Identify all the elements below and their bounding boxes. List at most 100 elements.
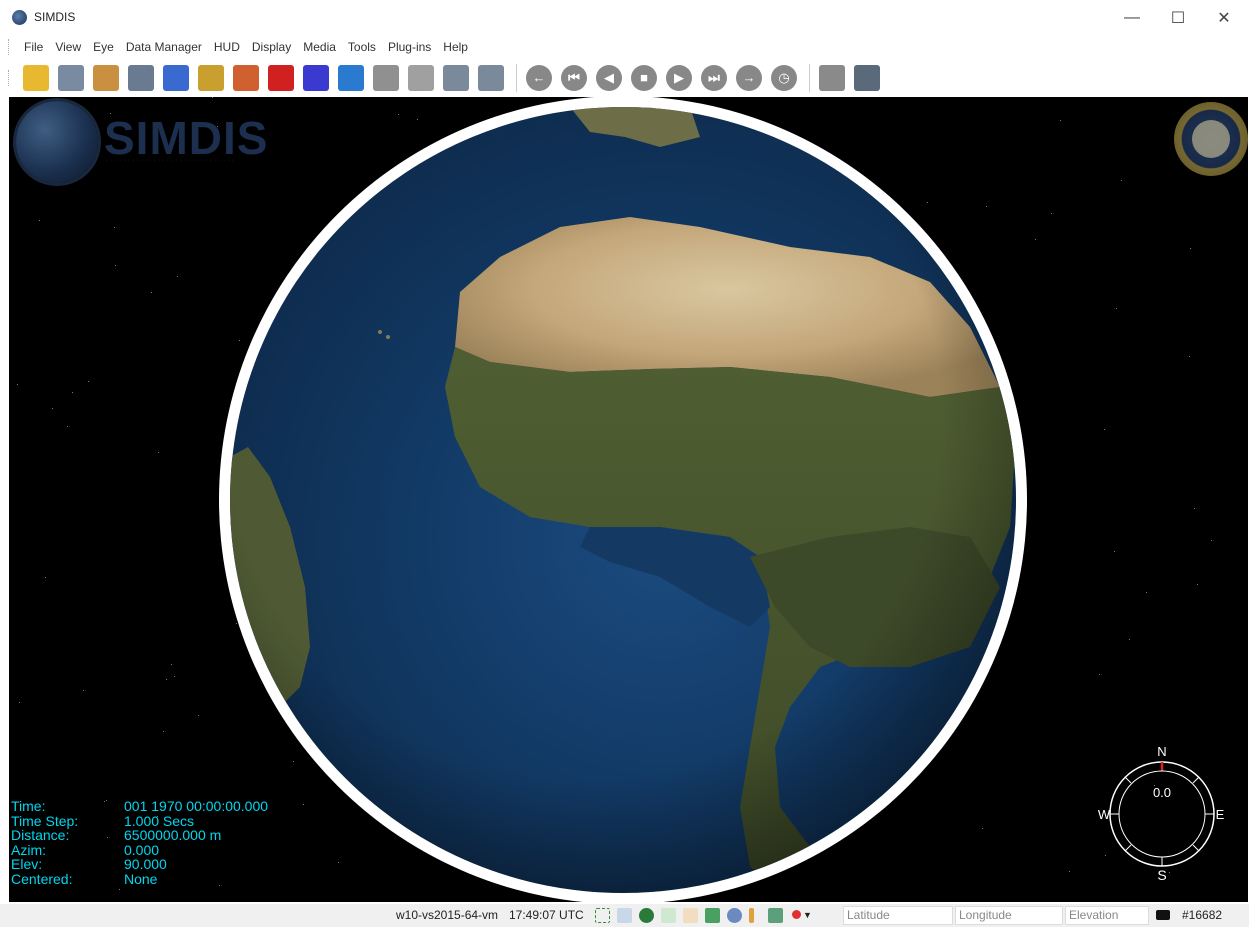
menu-tools[interactable]: Tools [342, 40, 382, 54]
download-icon[interactable] [768, 908, 783, 923]
compass-north: N [1157, 744, 1166, 759]
menu-plug-ins[interactable]: Plug-ins [382, 40, 437, 54]
compass-widget[interactable]: N S E W 0.0 [1096, 742, 1226, 882]
globe-button[interactable] [335, 62, 367, 94]
star [198, 715, 199, 716]
step-forward-arrow-icon: → [736, 64, 762, 91]
clock-button[interactable]: ◷ [768, 62, 800, 94]
star [303, 804, 304, 805]
hud-label: Distance: [11, 827, 70, 844]
play-reverse-icon: ◀ [596, 64, 622, 91]
star [83, 690, 84, 691]
longitude-field[interactable]: Longitude [955, 906, 1063, 925]
hud-value: 1.000 Secs [124, 812, 195, 829]
menu-display[interactable]: Display [246, 40, 297, 54]
stopwatch-settings-button[interactable] [816, 62, 848, 94]
map-grid-button[interactable] [90, 62, 122, 94]
dropdown-arrow-icon[interactable]: ▼ [803, 910, 812, 920]
measure-button[interactable] [195, 62, 227, 94]
fit-view-button[interactable] [475, 62, 507, 94]
database-button[interactable] [160, 62, 192, 94]
star [982, 828, 983, 829]
skip-to-end-button[interactable]: ⏭ [698, 62, 730, 94]
save-button[interactable] [55, 62, 87, 94]
globe-view-icon[interactable] [639, 908, 654, 923]
status-clock: 17:49:07 UTC [509, 908, 584, 922]
star [1060, 120, 1061, 121]
map-viewport[interactable]: SIMDIS ······························ Ti… [9, 97, 1248, 902]
star [115, 265, 116, 266]
database-icon [163, 64, 189, 91]
open-file-button[interactable] [20, 62, 52, 94]
play-icon: ▶ [666, 64, 692, 91]
grid-button[interactable] [300, 62, 332, 94]
compass-west: W [1098, 807, 1111, 822]
hud-label: Time Step: [11, 812, 79, 829]
hud-row-elev: Elev: 90.000 [11, 857, 268, 872]
earth-globe[interactable] [230, 107, 1016, 893]
toolbar: ← ⏮ ◀ ■ ▶ ⏭ → ◷ [0, 58, 1249, 97]
pushpin-icon[interactable] [792, 910, 801, 919]
skip-to-start-icon: ⏮ [561, 64, 587, 91]
earth-landmass [230, 107, 1016, 893]
trash-button[interactable] [370, 62, 402, 94]
star [67, 426, 68, 427]
stop-button[interactable]: ■ [628, 62, 660, 94]
latitude-field[interactable]: Latitude [843, 906, 953, 925]
minimize-button[interactable]: — [1109, 4, 1155, 32]
star [927, 202, 928, 203]
pan-hand-icon[interactable] [683, 908, 698, 923]
maximize-button[interactable]: ☐ [1155, 4, 1201, 32]
menu-file[interactable]: File [18, 40, 49, 54]
toolbar-separator [516, 63, 517, 92]
menu-media[interactable]: Media [297, 40, 342, 54]
star [52, 408, 53, 409]
step-back-arrow-icon: ← [526, 64, 552, 91]
rotate-mode-icon[interactable] [705, 908, 720, 923]
star [1116, 308, 1117, 309]
menu-view[interactable]: View [49, 40, 87, 54]
step-back-arrow-button[interactable]: ← [523, 62, 555, 94]
hud-row-centered: Centered: None [11, 872, 268, 887]
play-button[interactable]: ▶ [663, 62, 695, 94]
measure-icon [198, 64, 224, 91]
camera-capture-button[interactable] [851, 62, 883, 94]
skip-to-start-button[interactable]: ⏮ [558, 62, 590, 94]
grid-icon [303, 64, 329, 91]
star [1114, 551, 1115, 552]
console-icon[interactable] [1156, 910, 1170, 920]
status-bar: w10-vs2015-64-vm 17:49:07 UTC ▼ Latitude… [0, 904, 1249, 927]
compass-heading: 0.0 [1153, 785, 1171, 800]
close-button[interactable]: ✕ [1201, 4, 1247, 32]
play-reverse-button[interactable]: ◀ [593, 62, 625, 94]
menu-eye[interactable]: Eye [87, 40, 120, 54]
graph-settings-button[interactable] [440, 62, 472, 94]
ruler-icon[interactable] [749, 908, 754, 923]
text-button[interactable] [405, 62, 437, 94]
compass-east: E [1216, 807, 1225, 822]
hud-value: None [124, 870, 158, 887]
menu-data-manager[interactable]: Data Manager [120, 40, 208, 54]
pushpin-button[interactable] [265, 62, 297, 94]
star [1104, 429, 1105, 430]
perspective-icon[interactable] [727, 908, 742, 923]
center-view-icon[interactable] [617, 908, 632, 923]
menu-hud[interactable]: HUD [208, 40, 246, 54]
elevation-field[interactable]: Elevation [1065, 906, 1149, 925]
star [1197, 584, 1198, 585]
star [17, 384, 18, 385]
star [171, 664, 172, 665]
menu-help[interactable]: Help [437, 40, 474, 54]
hud-row-azim: Azim: 0.000 [11, 843, 268, 858]
globe-icon [338, 64, 364, 91]
table-button[interactable] [125, 62, 157, 94]
star [1189, 356, 1190, 357]
select-region-icon[interactable] [595, 908, 610, 923]
star [1129, 639, 1130, 640]
step-forward-arrow-button[interactable]: → [733, 62, 765, 94]
vertical-scale-icon[interactable] [661, 908, 676, 923]
hud-label: Elev: [11, 856, 43, 873]
terrain-button[interactable] [230, 62, 262, 94]
terrain-icon [233, 64, 259, 91]
map-grid-icon [93, 64, 119, 91]
